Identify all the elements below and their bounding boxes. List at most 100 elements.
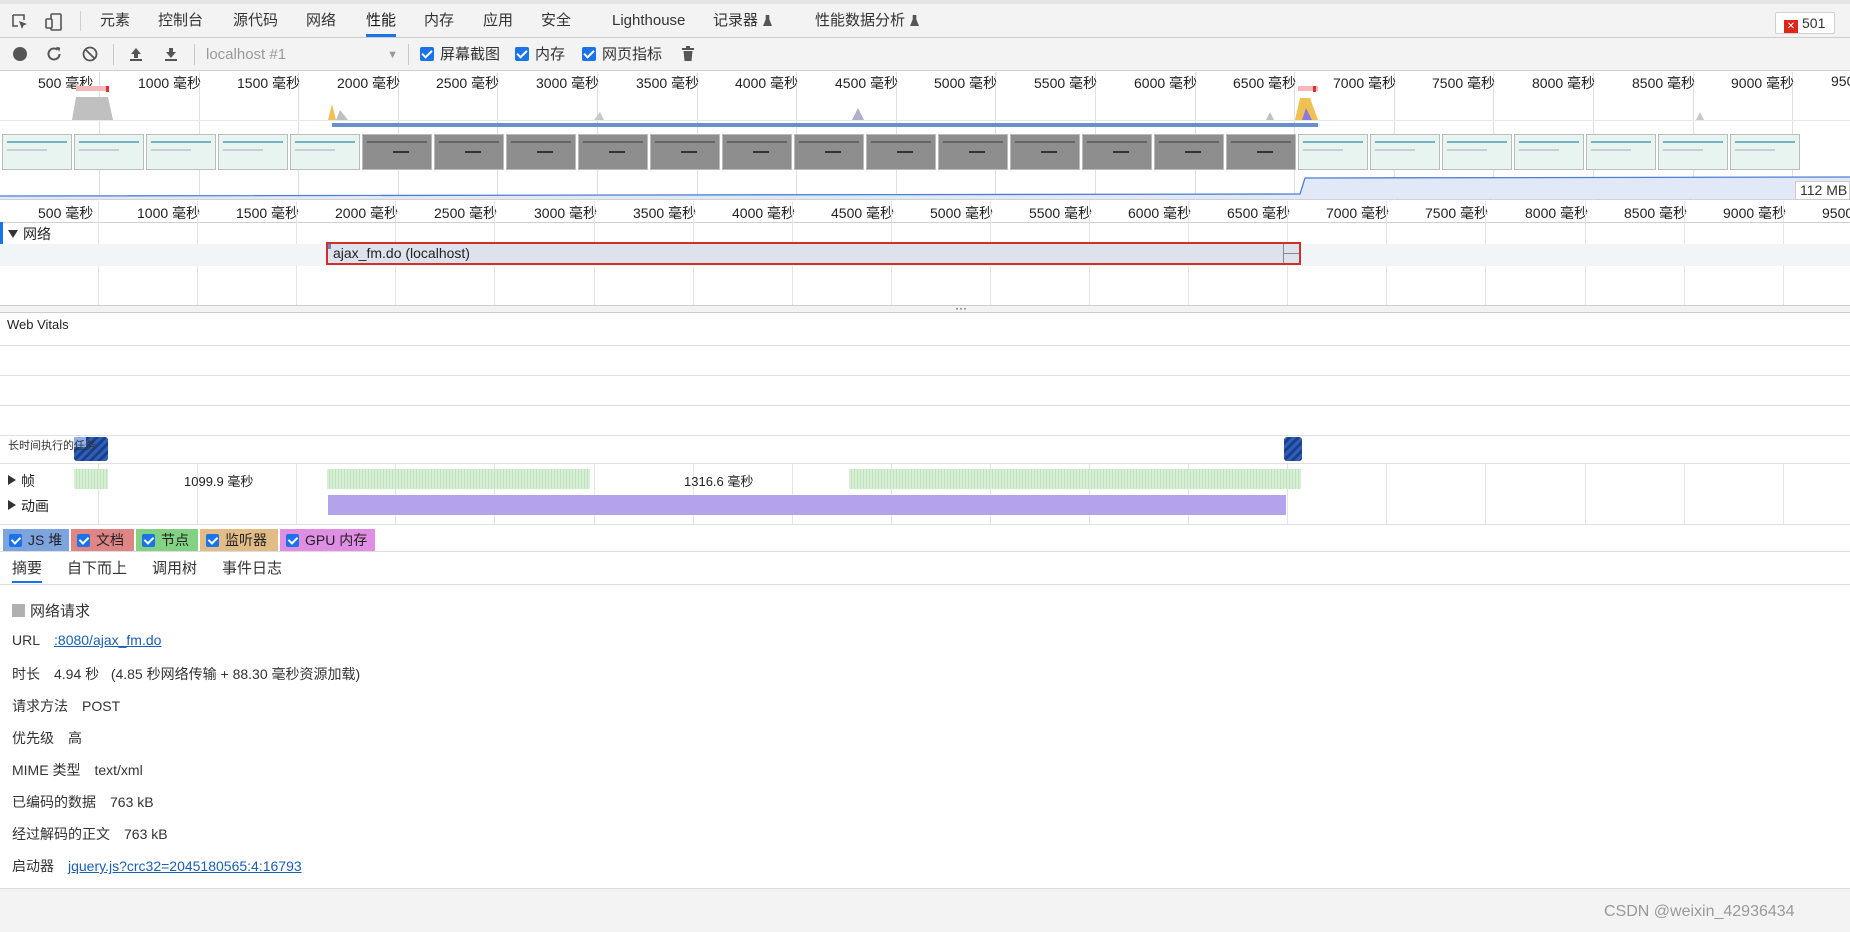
tab-label: 记录器 xyxy=(713,12,759,29)
trash-icon[interactable] xyxy=(679,45,697,63)
ruler-tick-label: 1000 毫秒 xyxy=(137,205,201,221)
thumbnail-line xyxy=(1519,149,1559,151)
legend-2[interactable]: 节点 xyxy=(136,529,198,551)
legend-0[interactable]: JS 堆 xyxy=(3,529,69,551)
frame-block[interactable] xyxy=(327,469,590,489)
toolbar-divider xyxy=(113,44,114,65)
tab-label: Lighthouse xyxy=(612,12,686,29)
tab-5[interactable]: 内存 xyxy=(424,4,454,37)
screenshot-thumbnail[interactable] xyxy=(74,134,144,170)
detail-initiator-row: 启动器 jquery.js?crc32=2045180565:4:16793 xyxy=(12,856,302,876)
tab-3[interactable]: 网络 xyxy=(306,4,336,37)
initiator-link[interactable]: jquery.js?crc32=2045180565:4:16793 xyxy=(68,858,302,874)
screenshot-thumbnail[interactable] xyxy=(1298,134,1368,170)
tab-2[interactable]: 源代码 xyxy=(233,4,278,37)
thumbnail-line xyxy=(7,141,67,143)
thumbnail-line xyxy=(1735,141,1795,143)
devtools-tab-bar: 元素 控制台 源代码 网络 性能 内存 应用 安全 Lighthouse 记录器 性能数据分析 ✕ 5… xyxy=(0,0,1850,38)
tab-7[interactable]: 安全 xyxy=(541,4,571,37)
screenshot-thumbnail[interactable] xyxy=(722,134,792,170)
reload-record-icon[interactable] xyxy=(45,45,63,63)
animation-bar[interactable] xyxy=(328,495,1286,515)
screenshot-thumbnail[interactable] xyxy=(1370,134,1440,170)
details-tab-1[interactable]: 自下而上 xyxy=(67,557,127,583)
screenshot-thumbnail[interactable] xyxy=(1442,134,1512,170)
memory-label: 内存 xyxy=(535,46,566,63)
vitals-row-divider xyxy=(0,405,1850,406)
network-track-header[interactable]: 网络 xyxy=(8,224,51,244)
screenshot-thumbnail[interactable] xyxy=(1082,134,1152,170)
chevron-down-icon: ▼ xyxy=(387,49,398,61)
screenshots-checkbox[interactable]: 屏幕截图 xyxy=(420,46,500,64)
details-tab-0[interactable]: 摘要 xyxy=(12,557,43,583)
ruler-tick-label: 3500 毫秒 xyxy=(633,205,697,221)
details-tab-3[interactable]: 事件日志 xyxy=(222,557,282,583)
screenshot-thumbnail[interactable] xyxy=(1730,134,1800,170)
long-task-block[interactable] xyxy=(1284,437,1302,461)
screenshot-thumbnail[interactable] xyxy=(866,134,936,170)
url-link[interactable]: :8080/ajax_fm.do xyxy=(54,632,161,648)
screenshot-thumbnail[interactable] xyxy=(1154,134,1224,170)
screenshot-thumbnail[interactable] xyxy=(2,134,72,170)
animation-label: 动画 xyxy=(21,498,49,514)
screenshot-thumbnail[interactable] xyxy=(1586,134,1656,170)
legend-4[interactable]: GPU 内存 xyxy=(280,529,375,551)
screenshot-thumbnail[interactable] xyxy=(1010,134,1080,170)
screenshot-thumbnail[interactable] xyxy=(362,134,432,170)
tab-0[interactable]: 元素 xyxy=(100,4,130,37)
screenshot-thumbnail[interactable] xyxy=(218,134,288,170)
ruler-tick-label: 5500 毫秒 xyxy=(1029,205,1093,221)
thumbnail-line xyxy=(439,141,499,143)
record-icon[interactable] xyxy=(11,45,29,63)
target-select[interactable]: localhost #1 ▼ xyxy=(206,45,398,65)
web-vitals-checkbox[interactable]: 网页指标 xyxy=(582,46,662,64)
screenshot-thumbnail[interactable] xyxy=(1226,134,1296,170)
track-resizer[interactable]: ··· xyxy=(0,301,1850,315)
screenshot-thumbnail[interactable] xyxy=(1514,134,1584,170)
save-profile-icon[interactable] xyxy=(162,45,180,63)
animation-track-header[interactable]: 动画 xyxy=(8,496,49,516)
screenshot-thumbnail[interactable] xyxy=(1658,134,1728,170)
screenshot-thumbnail[interactable] xyxy=(290,134,360,170)
screenshot-thumbnail[interactable] xyxy=(578,134,648,170)
tab-1[interactable]: 控制台 xyxy=(158,4,203,37)
screenshot-thumbnail[interactable] xyxy=(506,134,576,170)
screenshot-thumbnail[interactable] xyxy=(650,134,720,170)
memory-checkbox[interactable]: 内存 xyxy=(515,46,565,64)
tab-8[interactable]: Lighthouse xyxy=(612,4,685,37)
error-counter-badge[interactable]: ✕ 501 xyxy=(1775,12,1835,34)
screenshot-thumbnail[interactable] xyxy=(434,134,504,170)
tab-4[interactable]: 性能 xyxy=(366,4,397,37)
device-toolbar-icon[interactable] xyxy=(44,12,64,32)
thumbnail-line xyxy=(1159,141,1219,143)
load-profile-icon[interactable] xyxy=(127,45,145,63)
screenshot-thumbnail[interactable] xyxy=(146,134,216,170)
screenshot-thumbnail[interactable] xyxy=(938,134,1008,170)
tab-10[interactable]: 性能数据分析 xyxy=(815,4,920,37)
tab-9[interactable]: 记录器 xyxy=(713,4,773,37)
details-tab-2[interactable]: 调用树 xyxy=(152,557,197,583)
thumbnail-line xyxy=(1257,151,1273,153)
network-request-bar[interactable]: ajax_fm.do (localhost) xyxy=(326,242,1301,265)
flask-icon xyxy=(763,15,773,26)
frame-block[interactable] xyxy=(74,469,108,489)
thumbnail-line xyxy=(1447,141,1507,143)
inspect-element-icon[interactable] xyxy=(10,12,30,32)
web-vitals-label: Web Vitals xyxy=(7,317,69,332)
checkbox-checked-icon xyxy=(286,534,299,547)
legend-label: 文档 xyxy=(96,532,124,548)
thumbnail-line xyxy=(511,141,571,143)
frames-track-header[interactable]: 帧 xyxy=(8,471,35,491)
frame-block[interactable] xyxy=(849,469,1301,489)
tab-label: 性能 xyxy=(366,12,397,29)
frames-gridline xyxy=(296,463,297,524)
screenshot-thumbnail[interactable] xyxy=(794,134,864,170)
legend-1[interactable]: 文档 xyxy=(71,529,134,551)
legend-3[interactable]: 监听器 xyxy=(200,529,278,551)
clear-icon[interactable] xyxy=(81,45,99,63)
thumbnail-line xyxy=(1015,141,1075,143)
thumbnail-line xyxy=(1663,149,1703,151)
tab-6[interactable]: 应用 xyxy=(483,4,513,37)
timeline-overview[interactable]: 500 毫秒 1000 毫秒 1500 毫秒 2000 毫秒 2500 毫秒 3000 毫… xyxy=(0,72,1850,200)
web-vitals-label: 网页指标 xyxy=(602,46,663,63)
